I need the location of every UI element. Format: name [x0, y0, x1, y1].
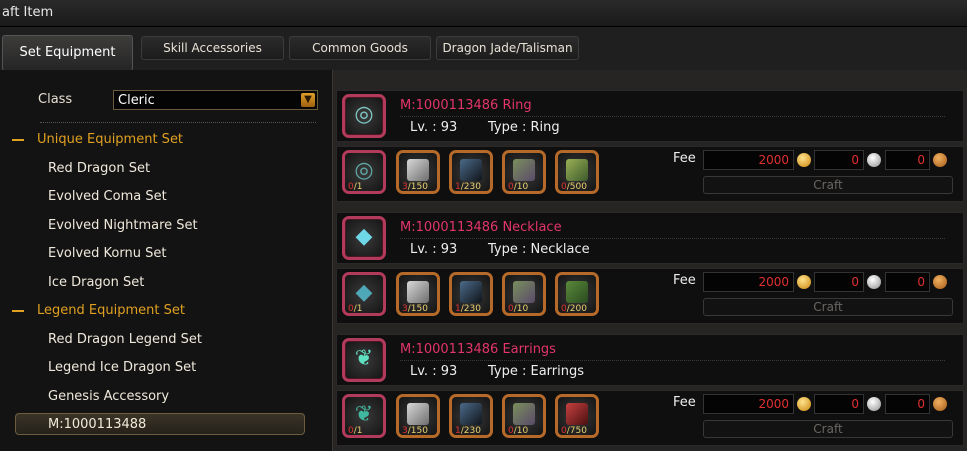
window-titlebar: aft Item — [0, 0, 967, 27]
recipe-level: Lv. : 93 — [410, 120, 458, 135]
recipe-level: Lv. : 93 — [410, 364, 458, 379]
recipe-materials-row: ❦ 0/1 3/150 1/230 0/10 0/750 Fee 2000 0 0… — [336, 390, 964, 446]
recipe-header: ◆ M:1000113486 Necklace Lv. : 93 Type : … — [336, 212, 964, 264]
craft-button[interactable]: Craft — [703, 298, 953, 316]
tree-item-ice-dragon-set[interactable]: Ice Dragon Set — [48, 275, 144, 290]
fee-gold-value: 2000 — [703, 394, 794, 414]
recipe-card-earrings: ❦ M:1000113486 Earrings Lv. : 93 Type : … — [336, 334, 964, 451]
tree-item-evolved-coma-set[interactable]: Evolved Coma Set — [48, 189, 167, 204]
craft-button[interactable]: Craft — [703, 176, 953, 194]
silver-coin-icon — [867, 153, 881, 167]
recipe-materials-row: ◎ 0/1 3/150 1/230 0/10 0/500 Fee 2000 0 0… — [336, 146, 964, 202]
tree-item-red-dragon-set[interactable]: Red Dragon Set — [48, 161, 150, 176]
set-list-panel: Class Cleric ▼ Unique Equipment Set Red … — [0, 70, 333, 451]
fee-copper-value: 0 — [885, 394, 930, 414]
tree-item-genesis-accessory[interactable]: Genesis Accessory — [48, 389, 169, 404]
divider — [40, 122, 316, 123]
tree-item-red-dragon-legend-set[interactable]: Red Dragon Legend Set — [48, 332, 202, 347]
silver-coin-icon — [867, 397, 881, 411]
recipe-item-name: M:1000113486 Earrings — [400, 342, 556, 357]
class-select[interactable]: Cleric ▼ — [113, 90, 318, 110]
tree-item-label: M:1000113488 — [48, 417, 147, 432]
window-title: aft Item — [2, 5, 54, 20]
divider — [400, 116, 945, 117]
crystal-cube-icon[interactable]: 3/150 — [396, 394, 440, 438]
recipe-item-name: M:1000113486 Necklace — [400, 220, 562, 235]
earrings-icon[interactable]: ❦ — [342, 338, 386, 382]
material-necklace-icon[interactable]: ◆ 0/1 — [342, 272, 386, 316]
gold-coin-icon — [797, 275, 811, 289]
dark-cube-icon[interactable]: 1/230 — [449, 394, 493, 438]
fee-copper-value: 0 — [885, 272, 930, 292]
recipe-card-ring: ◎ M:1000113486 Ring Lv. : 93 Type : Ring… — [336, 90, 964, 207]
tab-skill-accessories[interactable]: Skill Accessories — [141, 36, 284, 60]
gold-coin-icon — [797, 153, 811, 167]
recipe-panel: ◎ M:1000113486 Ring Lv. : 93 Type : Ring… — [333, 70, 967, 451]
recipe-type: Type : Ring — [488, 120, 560, 135]
copper-coin-icon — [933, 397, 947, 411]
recipe-type: Type : Necklace — [488, 242, 590, 257]
tree-item-evolved-kornu-set[interactable]: Evolved Kornu Set — [48, 246, 166, 261]
recipe-materials-row: ◆ 0/1 3/150 1/230 0/10 0/200 Fee 2000 0 0… — [336, 268, 964, 324]
prism-cube-icon[interactable]: 0/10 — [502, 394, 546, 438]
craft-button[interactable]: Craft — [703, 420, 953, 438]
divider — [400, 238, 945, 239]
crystal-cube-icon[interactable]: 3/150 — [396, 272, 440, 316]
fee-silver-value: 0 — [814, 394, 864, 414]
fee-copper-value: 0 — [885, 150, 930, 170]
green-cube-icon[interactable]: 0/200 — [555, 272, 599, 316]
recipe-card-necklace: ◆ M:1000113486 Necklace Lv. : 93 Type : … — [336, 212, 964, 329]
tree-group-legend-equipment-set[interactable]: Legend Equipment Set — [12, 303, 185, 318]
tree-item-selected[interactable]: M:1000113488 — [15, 413, 305, 435]
fee-gold-value: 2000 — [703, 272, 794, 292]
copper-coin-icon — [933, 275, 947, 289]
recipe-type: Type : Earrings — [488, 364, 585, 379]
material-ring-icon[interactable]: ◎ 0/1 — [342, 150, 386, 194]
fee-label: Fee — [673, 151, 696, 166]
copper-coin-icon — [933, 153, 947, 167]
recipe-header: ❦ M:1000113486 Earrings Lv. : 93 Type : … — [336, 334, 964, 386]
tab-set-equipment[interactable]: Set Equipment — [2, 35, 133, 71]
green-cube-icon[interactable]: 0/500 — [555, 150, 599, 194]
dark-cube-icon[interactable]: 1/230 — [449, 272, 493, 316]
class-filter-row: Class Cleric ▼ — [0, 88, 332, 112]
fee-silver-value: 0 — [814, 150, 864, 170]
fee-silver-value: 0 — [814, 272, 864, 292]
tree-group-label: Legend Equipment Set — [37, 303, 185, 318]
tree-item-evolved-nightmare-set[interactable]: Evolved Nightmare Set — [48, 218, 198, 233]
fee-gold-value: 2000 — [703, 150, 794, 170]
dark-cube-icon[interactable]: 1/230 — [449, 150, 493, 194]
tree-group-label: Unique Equipment Set — [37, 132, 184, 147]
tree-item-legend-ice-dragon-set[interactable]: Legend Ice Dragon Set — [48, 360, 196, 375]
necklace-icon[interactable]: ◆ — [342, 216, 386, 260]
chevron-down-icon[interactable]: ▼ — [301, 93, 315, 107]
fee-label: Fee — [673, 273, 696, 288]
gold-coin-icon — [797, 397, 811, 411]
collapse-icon — [12, 309, 24, 312]
recipe-header: ◎ M:1000113486 Ring Lv. : 93 Type : Ring — [336, 90, 964, 142]
divider — [400, 360, 945, 361]
prism-cube-icon[interactable]: 0/10 — [502, 150, 546, 194]
fee-label: Fee — [673, 395, 696, 410]
category-tabs: Set Equipment Skill Accessories Common G… — [0, 27, 967, 71]
tab-common-goods[interactable]: Common Goods — [289, 36, 431, 60]
class-select-value: Cleric — [118, 93, 155, 108]
tab-dragon-jade-talisman[interactable]: Dragon Jade/Talisman — [436, 36, 579, 60]
recipe-level: Lv. : 93 — [410, 242, 458, 257]
crystal-cube-icon[interactable]: 3/150 — [396, 150, 440, 194]
collapse-icon — [12, 138, 24, 141]
recipe-item-name: M:1000113486 Ring — [400, 98, 532, 113]
silver-coin-icon — [867, 275, 881, 289]
tree-group-unique-equipment-set[interactable]: Unique Equipment Set — [12, 132, 183, 147]
red-cube-icon[interactable]: 0/750 — [555, 394, 599, 438]
prism-cube-icon[interactable]: 0/10 — [502, 272, 546, 316]
ring-icon[interactable]: ◎ — [342, 94, 386, 138]
material-earrings-icon[interactable]: ❦ 0/1 — [342, 394, 386, 438]
class-label: Class — [38, 92, 73, 107]
